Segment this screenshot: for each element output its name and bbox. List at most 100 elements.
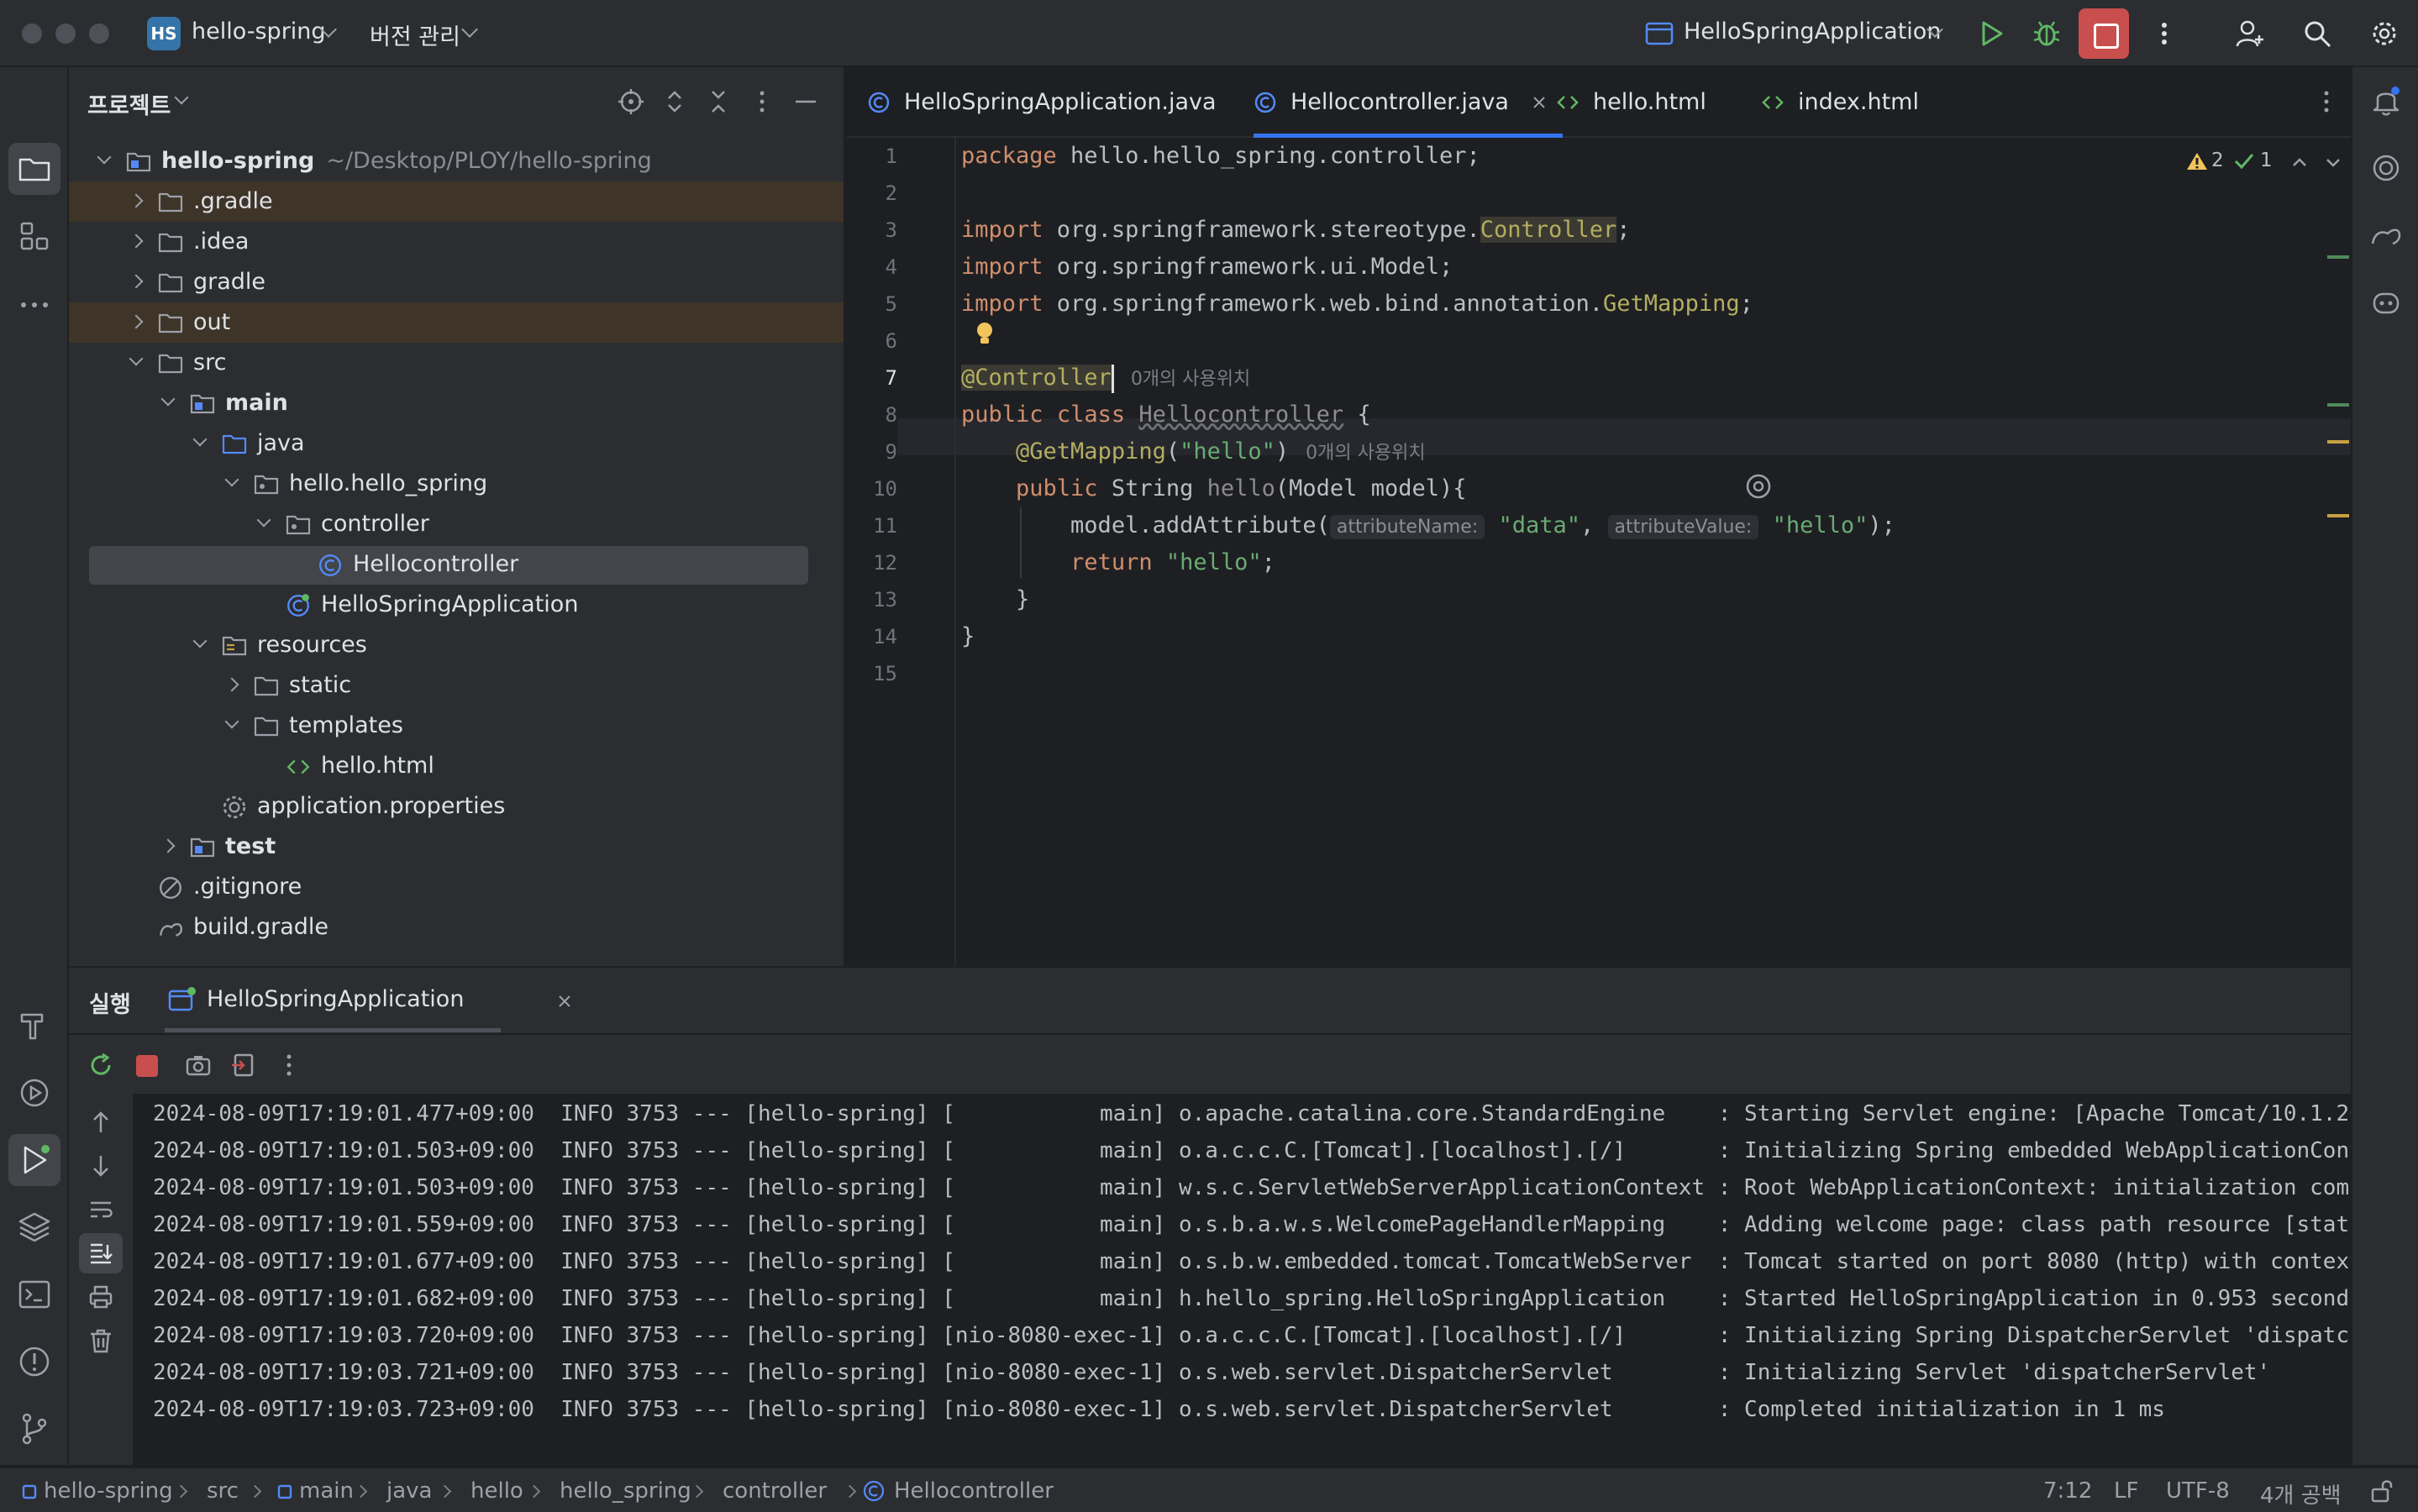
tree-item-idea[interactable]: .idea [69,222,844,262]
tree-item-gradle[interactable]: .gradle [69,181,844,222]
file-encoding[interactable]: UTF-8 [2166,1478,2230,1504]
stop-button[interactable] [2079,8,2129,59]
more-icon[interactable] [276,1052,302,1079]
line-number[interactable]: 9 [847,433,897,470]
run-tool-icon[interactable] [17,1142,52,1178]
breadcrumb-item[interactable]: controller [723,1478,827,1504]
trash-icon[interactable] [87,1327,114,1354]
exit-icon[interactable] [230,1052,257,1079]
scroll-marker[interactable] [2327,440,2349,444]
project-name-dropdown[interactable]: hello-spring [192,18,326,45]
chevron-right-icon[interactable] [224,677,239,692]
arrow-up-icon[interactable] [87,1109,114,1136]
line-number[interactable]: 11 [847,507,897,544]
chevron-down-icon[interactable] [97,150,112,165]
expand-all-icon[interactable] [660,87,689,116]
tree-item-application-properties[interactable]: application.properties [69,786,844,827]
line-number[interactable]: 1 [847,138,897,175]
build-hammer-icon[interactable] [17,1008,52,1043]
run-icon[interactable] [1976,18,2006,49]
rerun-icon[interactable] [87,1052,114,1079]
breadcrumb-item[interactable]: hello_spring [560,1478,691,1504]
layers-icon[interactable] [17,1210,52,1245]
line-number[interactable]: 8 [847,396,897,433]
tab-hellospringapplication[interactable]: HelloSpringApplication.java [867,67,1217,138]
chevron-right-icon[interactable] [129,274,144,289]
locate-file-icon[interactable] [617,87,645,116]
endpoint-marker-icon[interactable] [1744,472,1773,501]
window-zoom-button[interactable] [89,24,109,44]
screenshot-icon[interactable] [185,1052,212,1079]
notifications-icon[interactable] [2369,84,2403,118]
tree-item-gradle[interactable]: gradle [69,262,844,302]
tree-item-templates[interactable]: templates [69,706,844,746]
ai-assistant-icon[interactable] [2369,151,2403,185]
add-user-icon[interactable] [2235,18,2265,49]
project-badge[interactable]: HS [147,17,181,50]
chevron-right-icon[interactable] [129,314,144,329]
line-separator[interactable]: LF [2114,1478,2138,1504]
tree-item-main[interactable]: main [69,383,844,423]
stop-icon[interactable] [136,1055,158,1077]
scroll-to-end-icon[interactable] [87,1240,114,1267]
run-config-dropdown[interactable]: HelloSpringApplication [1684,18,1941,45]
chevron-down-icon[interactable] [129,351,144,366]
scroll-marker[interactable] [2327,255,2349,259]
more-icon[interactable] [2149,18,2179,49]
tree-item-test[interactable]: test [69,827,844,867]
breadcrumb-item[interactable]: hello-spring [44,1478,173,1504]
line-number[interactable]: 12 [847,544,897,581]
line-number[interactable]: 5 [847,286,897,323]
breadcrumb-item[interactable]: hello [470,1478,523,1504]
breadcrumb-item[interactable]: src [207,1478,239,1504]
tree-item-out[interactable]: out [69,302,844,343]
tree-item-java[interactable]: java [69,423,844,464]
chevron-down-icon[interactable] [224,472,239,487]
gradle-tool-icon[interactable] [2369,218,2403,252]
line-number[interactable]: 13 [847,581,897,618]
line-number[interactable]: 2 [847,175,897,212]
git-branch-icon[interactable] [17,1411,52,1446]
line-number[interactable]: 3 [847,212,897,249]
chevron-down-icon[interactable] [192,432,208,447]
tab-options-icon[interactable] [2312,87,2341,116]
usage-hint[interactable]: 0개의 사용위치 [1306,443,1425,464]
close-tab-icon[interactable] [558,995,571,1008]
tree-item-hellocontroller[interactable]: Hellocontroller [69,544,844,585]
lightbulb-icon[interactable] [975,321,995,348]
chevron-down-icon[interactable] [2324,153,2342,171]
debug-icon[interactable] [2032,18,2062,49]
line-number[interactable]: 6 [847,323,897,360]
chevron-down-icon[interactable] [256,512,271,528]
chevron-up-icon[interactable] [2290,153,2309,171]
indent-setting[interactable]: 4개 공백 [2260,1478,2342,1509]
tab-index-html[interactable]: index.html [1761,67,1919,138]
settings-icon[interactable] [2369,18,2400,49]
search-icon[interactable] [2302,18,2332,49]
line-number[interactable]: 15 [847,655,897,692]
window-close-button[interactable] [22,24,42,44]
terminal-icon[interactable] [17,1277,52,1312]
close-tab-icon[interactable] [1532,96,1546,109]
tree-item-hello-hello-spring[interactable]: hello.hello_spring [69,464,844,504]
breadcrumb-item[interactable]: Hellocontroller [894,1478,1054,1504]
hide-panel-icon[interactable] [791,87,820,116]
soft-wrap-icon[interactable] [87,1196,114,1223]
tree-item-build-gradle[interactable]: build.gradle [69,907,844,948]
panel-options-icon[interactable] [748,87,776,116]
line-number[interactable]: 4 [847,249,897,286]
chevron-down-icon[interactable] [192,633,208,648]
window-minimize-button[interactable] [55,24,76,44]
project-folder-icon[interactable] [17,151,52,186]
scroll-marker[interactable] [2327,403,2349,407]
structure-icon[interactable] [17,218,52,254]
tree-item-controller[interactable]: controller [69,504,844,544]
vcs-dropdown[interactable]: 버전 관리 [370,18,460,51]
tree-item-hello-spring[interactable]: hello-spring ~/Desktop/PLOY/hello-spring [69,141,844,181]
more-tools-icon[interactable] [17,287,52,323]
project-panel-title[interactable]: 프로젝트 [87,87,171,120]
chevron-right-icon[interactable] [129,234,144,249]
tab-hello-html[interactable]: hello.html [1556,67,1706,138]
tree-item-hellospringapplication[interactable]: HelloSpringApplication [69,585,844,625]
problems-icon[interactable] [17,1344,52,1379]
